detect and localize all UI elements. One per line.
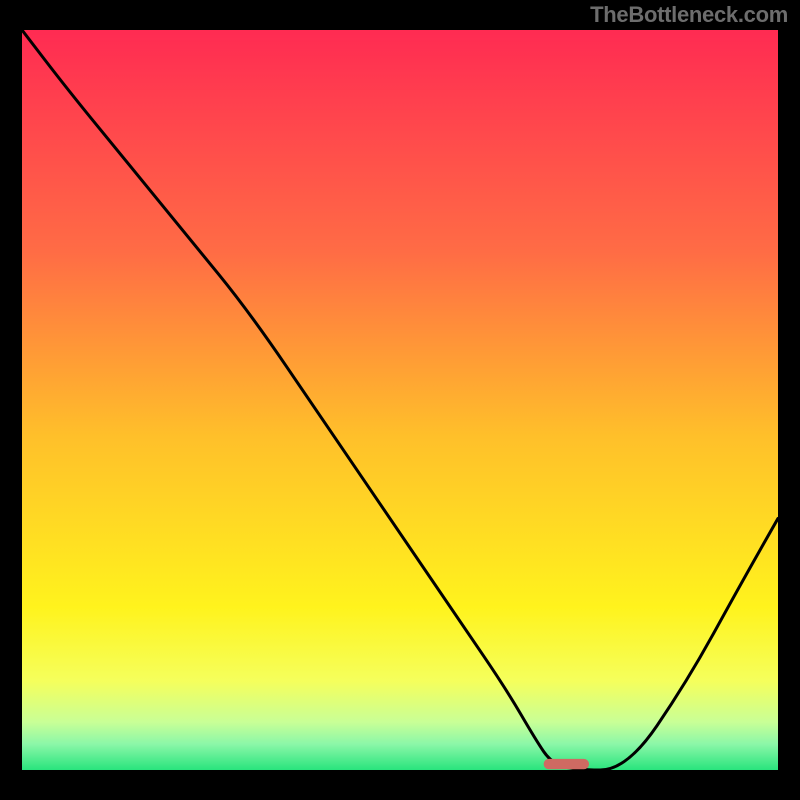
- bottleneck-chart: [22, 30, 778, 770]
- optimal-marker: [544, 759, 589, 769]
- watermark-text: TheBottleneck.com: [590, 2, 788, 28]
- chart-background-gradient: [22, 30, 778, 770]
- chart-plot-area: [22, 30, 778, 770]
